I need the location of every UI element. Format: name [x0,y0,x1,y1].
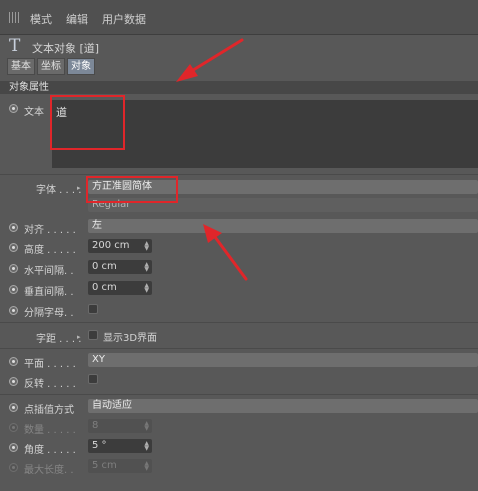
annotation-arrow-top-head [176,64,198,82]
annotation-arrows [176,38,248,281]
annotation-arrow-top [188,38,244,74]
annotation-arrow-bottom [213,235,248,281]
